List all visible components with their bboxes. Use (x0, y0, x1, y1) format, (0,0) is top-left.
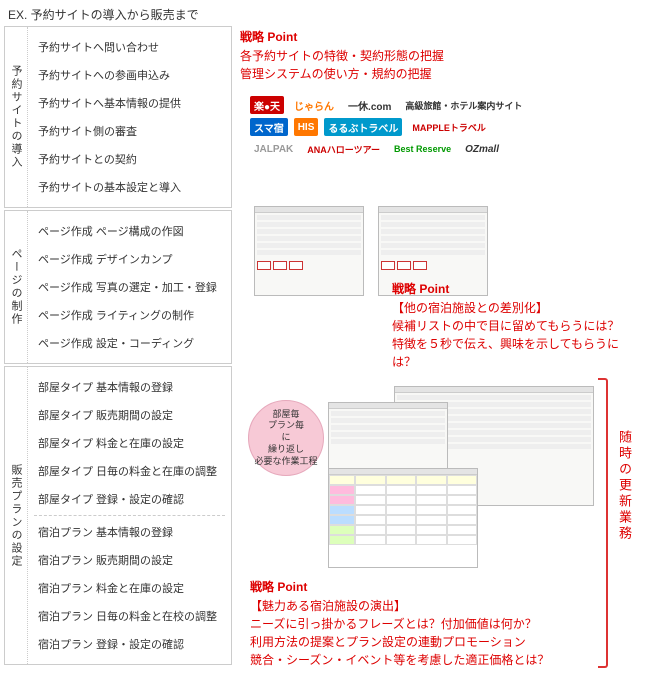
bracket-icon (598, 378, 608, 668)
logo-ana: ANAハローツアー (303, 140, 384, 158)
list-item: 宿泊プラン 登録・設定の確認 (34, 630, 225, 658)
repeat-badge-text: 部屋毎 プラン毎 に 繰り返し 必要な作業工程 (254, 409, 317, 467)
logo-jalan: じゃらん (290, 96, 338, 114)
point-label: 戦略 Point (250, 578, 630, 595)
list-item: 予約サイトへの参画申込み (34, 61, 225, 89)
screenshot-table-mock (328, 468, 478, 568)
list-item: 部屋タイプ 料金と在庫の設定 (34, 429, 225, 457)
divider (34, 515, 225, 516)
section-label-page: ページの制作 (5, 211, 27, 363)
logo-bestreserve: Best Reserve (390, 140, 455, 158)
section-label-plan: 販売プランの設定 (5, 367, 27, 664)
list-item: ページ作成 デザインカンプ (34, 245, 225, 273)
list-item: ページ作成 写真の選定・加工・登録 (34, 273, 225, 301)
point-subtitle: 【魅力ある宿泊施設の演出】 (250, 597, 630, 615)
list-item: ページ作成 ページ構成の作図 (34, 217, 225, 245)
point-subtitle: 【他の宿泊施設との差別化】 (392, 299, 642, 317)
logo-grid: 楽●天 じゃらん 一休.com 高級旅館・ホテル案内サイト スマ宿 HIS るる… (250, 96, 630, 162)
point-line: 管理システムの使い方・規約の把握 (240, 65, 640, 83)
list-item: 宿泊プラン 料金と在庫の設定 (34, 574, 225, 602)
section-page: ページの制作 ページ作成 ページ構成の作図 ページ作成 デザインカンプ ページ作… (4, 210, 232, 364)
strategy-point-1: 戦略 Point 各予約サイトの特徴・契約形態の把握 管理システムの使い方・規約… (240, 28, 640, 83)
point-line: 競合・シーズン・イベント等を考慮した適正価格とは？ (250, 651, 630, 669)
section-intro: 予約サイトの導入 予約サイトへ問い合わせ 予約サイトへの参画申込み 予約サイトへ… (4, 26, 232, 208)
page-title: EX. 予約サイトの導入から販売まで (8, 6, 199, 23)
logo-his: HIS (294, 118, 319, 136)
list-item: 宿泊プラン 日毎の料金と在校の調整 (34, 602, 225, 630)
logo-luxury: 高級旅館・ホテル案内サイト (401, 96, 526, 114)
point-line: 利用方法の提案とプラン設定の連動プロモーション (250, 633, 630, 651)
logo-jalpak: JALPAK (250, 140, 297, 158)
point-label: 戦略 Point (392, 280, 642, 297)
list-item: 予約サイト側の審査 (34, 117, 225, 145)
list-item: 予約サイトとの契約 (34, 145, 225, 173)
point-line: 候補リストの中で目に留めてもらうには？ (392, 317, 642, 335)
list-item: 予約サイトへ問い合わせ (34, 33, 225, 61)
list-item: 部屋タイプ 登録・設定の確認 (34, 485, 225, 513)
list-item: 予約サイトへ基本情報の提供 (34, 89, 225, 117)
point-line: 各予約サイトの特徴・契約形態の把握 (240, 47, 640, 65)
strategy-point-3: 戦略 Point 【魅力ある宿泊施設の演出】 ニーズに引っ掛かるフレーズとは？付… (250, 578, 630, 669)
list-item: ページ作成 設定・コーディング (34, 329, 225, 357)
logo-rakuten: 楽●天 (250, 96, 284, 114)
logo-mapple: MAPPLEトラベル (408, 118, 490, 136)
screenshot-mock (254, 206, 364, 296)
point-line: ニーズに引っ掛かるフレーズとは？付加価値は何か？ (250, 615, 630, 633)
section-plan: 販売プランの設定 部屋タイプ 基本情報の登録 部屋タイプ 販売期間の設定 部屋タ… (4, 366, 232, 665)
ongoing-updates-label: 随時の更新業務 (615, 430, 634, 542)
point-label: 戦略 Point (240, 28, 640, 45)
list-item: 部屋タイプ 日毎の料金と在庫の調整 (34, 457, 225, 485)
list-item: 部屋タイプ 販売期間の設定 (34, 401, 225, 429)
logo-ozmall: OZmall (461, 140, 503, 158)
list-item: ページ作成 ライティングの制作 (34, 301, 225, 329)
logo-ikyu: 一休.com (344, 96, 395, 114)
list-item: 部屋タイプ 基本情報の登録 (34, 373, 225, 401)
list-item: 宿泊プラン 販売期間の設定 (34, 546, 225, 574)
list-item: 宿泊プラン 基本情報の登録 (34, 518, 225, 546)
repeat-badge: 部屋毎 プラン毎 に 繰り返し 必要な作業工程 (248, 400, 324, 476)
list-item: 予約サイトの基本設定と導入 (34, 173, 225, 201)
point-line: 特徴を５秒で伝え、興味を示してもらうには？ (392, 335, 642, 371)
logo-rurubu: るるぶトラベル (324, 118, 402, 136)
strategy-point-2: 戦略 Point 【他の宿泊施設との差別化】 候補リストの中で目に留めてもらうに… (392, 280, 642, 371)
section-label-intro: 予約サイトの導入 (5, 27, 27, 207)
logo-sumafu: スマ宿 (250, 118, 288, 136)
